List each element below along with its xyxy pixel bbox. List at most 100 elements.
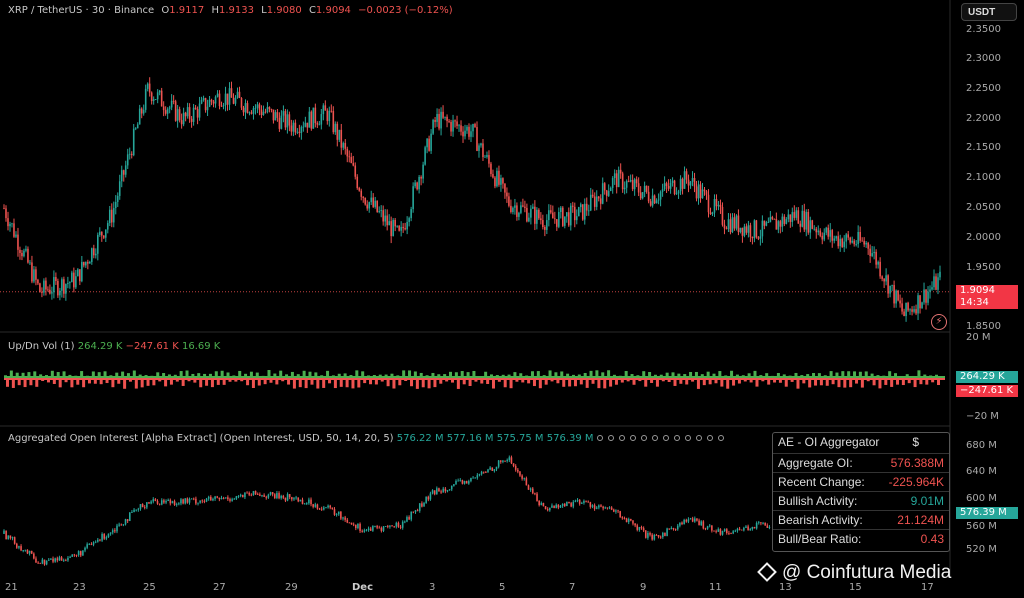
vol-up-bar: [466, 372, 470, 378]
oi-candle: [346, 519, 349, 523]
vol-down-bar: [597, 379, 601, 389]
oi-candle: [397, 522, 400, 527]
high-value: 1.9133: [218, 5, 254, 16]
vol-down-bar: [111, 379, 115, 388]
vol-up-bar: [138, 374, 142, 378]
vol-down-bar: [298, 379, 302, 388]
x-tick: 25: [143, 582, 156, 593]
price-candle: [230, 88, 233, 98]
vol-up-bar: [378, 374, 382, 378]
oi-candle: [107, 533, 110, 538]
oi-indicator-title[interactable]: Aggregated Open Interest [Alpha Extract]…: [8, 433, 394, 444]
vol-up-bar: [244, 373, 248, 378]
oi-candle: [363, 530, 366, 532]
vol-down-bar: [216, 379, 220, 385]
price-candle: [889, 285, 891, 294]
vol-up-bar: [167, 374, 171, 378]
oi-candle: [229, 499, 231, 501]
price-candle: [484, 156, 486, 158]
price-candle: [647, 191, 650, 202]
price-candle: [114, 201, 117, 209]
price-candle: [292, 122, 295, 132]
price-candle: [43, 280, 45, 293]
vol-up-bar: [817, 373, 821, 378]
oi-candle: [126, 519, 129, 522]
price-candle: [336, 123, 339, 140]
vol-down-bar: [134, 379, 138, 389]
oi-candle: [436, 488, 438, 495]
vol-up-bar: [683, 374, 687, 378]
price-candle: [408, 218, 410, 222]
oi-candle: [619, 511, 621, 518]
lightning-icon[interactable]: ⚡: [931, 314, 947, 330]
vol-up-bar: [741, 375, 745, 378]
vol-up-bar: [794, 372, 798, 378]
vol-down-bar: [410, 379, 414, 387]
price-candle: [633, 179, 636, 190]
vol-up-bar: [296, 374, 300, 378]
price-candle: [683, 171, 686, 189]
price-candle: [528, 217, 530, 222]
vol-up-bar: [589, 370, 593, 378]
vol-down-bar: [901, 379, 905, 386]
price-candle: [318, 124, 321, 126]
price-candle: [85, 261, 87, 266]
oi-candle: [39, 563, 42, 564]
vol-down-bar: [855, 379, 859, 384]
currency-button[interactable]: USDT: [961, 3, 1017, 21]
open-value: 1.9117: [169, 5, 205, 16]
vol-up-bar: [607, 370, 611, 378]
oi-candle: [694, 518, 696, 522]
oi-candle: [384, 526, 387, 527]
oi-candle: [250, 494, 253, 496]
price-candle: [675, 193, 678, 195]
vol-indicator-title[interactable]: Up/Dn Vol (1): [8, 341, 75, 352]
vol-down-bar: [87, 379, 91, 384]
vol-up-bar: [74, 375, 78, 378]
price-candle: [643, 185, 646, 193]
oi-candle: [485, 472, 487, 473]
oi-candle: [67, 557, 69, 561]
chart-root: { "header": { "symbol": "XRP / TetherUS …: [0, 0, 1024, 598]
oi-candle: [152, 499, 155, 502]
price-candle: [426, 138, 428, 148]
oi-candle: [768, 527, 771, 528]
vol-up-bar: [132, 370, 136, 378]
oi-candle: [593, 505, 596, 509]
oi-candle: [337, 511, 340, 515]
vol-up-bar: [15, 372, 19, 378]
price-candle: [15, 234, 17, 237]
vol-up-bar: [776, 373, 780, 378]
oi-candle: [670, 528, 673, 530]
vol-up-bar: [337, 373, 341, 378]
vol-down-bar: [620, 379, 624, 383]
price-candle: [41, 292, 43, 294]
vol-down-bar: [696, 379, 700, 389]
symbol-name[interactable]: XRP / TetherUS · 30 · Binance: [8, 5, 154, 16]
price-candle: [142, 109, 145, 114]
vol-down-bar: [907, 379, 911, 384]
vol-down-bar: [468, 379, 472, 386]
oi-candle: [566, 501, 568, 507]
price-candle: [3, 208, 5, 209]
oi-candle: [192, 498, 195, 500]
price-candle: [540, 218, 542, 221]
vol-up-bar: [759, 375, 763, 378]
oi-candle: [340, 511, 342, 519]
price-candle: [550, 210, 552, 213]
price-candle: [907, 302, 909, 311]
vol-up-bar: [835, 372, 839, 378]
oi-candle: [20, 546, 22, 551]
price-candle: [859, 231, 861, 241]
price-candle: [881, 276, 883, 279]
price-candle: [108, 209, 111, 224]
oi-candle: [227, 497, 229, 500]
vol-up-bar: [91, 371, 95, 378]
oi-candle: [35, 558, 37, 563]
price-candle: [27, 248, 29, 263]
oi-candle: [416, 510, 419, 512]
vol-down-bar: [275, 379, 279, 385]
vol-up-bar: [238, 370, 242, 378]
price-candle: [81, 262, 83, 282]
vol-up-bar: [33, 371, 37, 378]
